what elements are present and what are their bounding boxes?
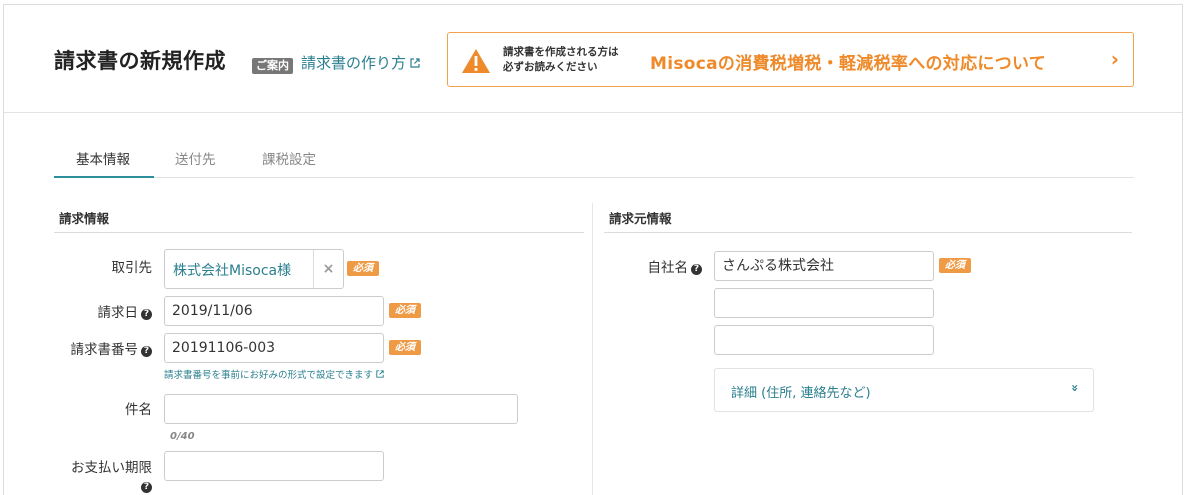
required-badge: 必須 [939,258,971,273]
due-date-label-text: お支払い期限 [71,460,152,476]
help-icon[interactable]: ? [691,264,702,275]
howto-link[interactable]: 請求書の作り方 [301,52,420,73]
company-name-label-text: 自社名 [647,260,689,276]
issuer-section-title: 請求元情報 [609,211,672,226]
external-link-icon [410,57,420,68]
subject-input[interactable] [164,394,518,424]
column-separator [592,203,593,495]
notice-subtext: 請求書を作成される方は 必ずお読みください [503,45,619,75]
subject-char-counter: 0/40 [170,431,195,442]
help-icon[interactable]: ? [141,309,152,320]
due-date-label: お支払い期限 ? [71,456,152,494]
invoice-number-input[interactable]: 20191106-003 [164,333,384,363]
invoice-date-label: 請求日? [97,301,152,321]
invoice-number-hint-text: 請求書番号を事前にお好みの形式で設定できます [164,370,374,381]
tab-tax-settings[interactable]: 課税設定 [262,148,316,168]
required-badge: 必須 [389,340,421,355]
howto-link-label: 請求書の作り方 [301,54,407,72]
help-icon[interactable]: ? [141,346,152,357]
invoice-number-label-text: 請求書番号 [70,342,139,358]
billing-section-title: 請求情報 [59,211,110,226]
billing-section-divider [54,232,584,233]
page-title: 請求書の新規作成 [54,49,226,73]
client-label: 取引先 [111,260,153,276]
external-link-icon [376,370,384,378]
company-name-input[interactable]: さんぷる株式会社 [714,251,934,281]
chevron-double-down-icon: » [1068,384,1083,392]
required-badge: 必須 [389,303,421,318]
invoice-date-input[interactable]: 2019/11/06 [164,296,384,326]
tax-notice-banner[interactable]: 請求書を作成される方は 必ずお読みください Misocaの消費税増税・軽減税率へ… [447,32,1134,87]
notice-title: Misocaの消費税増税・軽減税率への対応について [650,54,1047,74]
active-tab-indicator [54,176,154,178]
notice-subtext-line2: 必ずお読みください [503,61,598,73]
company-extra-input-2[interactable] [714,325,934,355]
guide-badge: ご案内 [252,58,293,74]
notice-subtext-line1: 請求書を作成される方は [503,46,619,58]
tab-destination[interactable]: 送付先 [175,148,216,168]
invoice-date-label-text: 請求日 [97,305,139,321]
tab-bar: 基本情報 送付先 課税設定 [54,135,1134,178]
invoice-number-label: 請求書番号? [70,338,152,358]
warning-icon [462,49,490,73]
company-extra-input-1[interactable] [714,288,934,318]
issuer-details-toggle[interactable]: 詳細 (住所, 連絡先など) » [714,368,1094,412]
issuer-details-label: 詳細 (住所, 連絡先など) [731,386,871,401]
issuer-section-divider [604,232,1132,233]
chevron-right-icon: › [1110,47,1119,71]
client-name: 株式会社Misoca様 [173,263,292,279]
client-selector[interactable]: 株式会社Misoca様 × [164,249,344,289]
required-badge: 必須 [347,261,379,276]
close-icon[interactable]: × [313,250,343,288]
subject-label: 件名 [125,402,152,418]
page-header: 請求書の新規作成 ご案内 請求書の作り方 請求書を作成される方は 必ずお読みくだ… [4,5,1182,113]
page-frame: 請求書の新規作成 ご案内 請求書の作り方 請求書を作成される方は 必ずお読みくだ… [3,4,1183,495]
invoice-number-settings-link[interactable]: 請求書番号を事前にお好みの形式で設定できます [164,367,384,381]
tab-basic-info[interactable]: 基本情報 [76,148,130,168]
company-name-label: 自社名? [647,256,702,276]
help-icon[interactable]: ? [141,482,152,493]
due-date-input[interactable] [164,451,384,481]
